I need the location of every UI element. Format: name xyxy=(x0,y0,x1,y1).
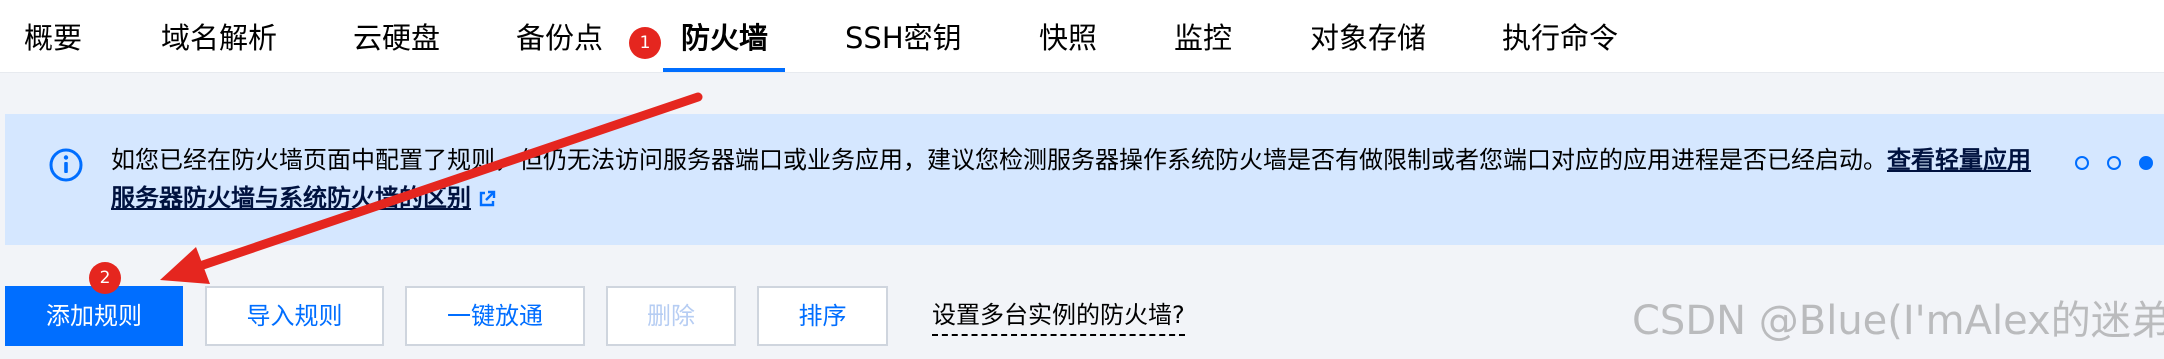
info-icon xyxy=(49,148,83,182)
delete-button[interactable]: 删除 xyxy=(606,286,736,346)
external-link-icon[interactable] xyxy=(477,189,497,209)
instance-tab-bar: 概要 域名解析 云硬盘 备份点 1 防火墙 SSH密钥 快照 监控 对象存储 执… xyxy=(0,0,2164,73)
add-rule-button[interactable]: 添加规则 xyxy=(5,286,183,346)
tab-run-command[interactable]: 执行命令 xyxy=(1502,18,1618,58)
tab-backup[interactable]: 备份点 xyxy=(516,18,603,58)
one-click-open-button[interactable]: 一键放通 xyxy=(405,286,585,346)
tab-cloud-disk[interactable]: 云硬盘 xyxy=(353,18,440,58)
tab-firewall[interactable]: 防火墙 xyxy=(681,18,768,58)
pager-dot-1[interactable] xyxy=(2075,156,2089,170)
firewall-page: 概要 域名解析 云硬盘 备份点 1 防火墙 SSH密钥 快照 监控 对象存储 执… xyxy=(0,0,2164,359)
import-rule-button[interactable]: 导入规则 xyxy=(205,286,384,346)
tab-object-storage[interactable]: 对象存储 xyxy=(1310,18,1426,58)
step-1-badge: 1 xyxy=(629,27,661,59)
pager-dot-2[interactable] xyxy=(2107,156,2121,170)
notice-message: 如您已经在防火墙页面中配置了规则，但仍无法访问服务器端口或业务应用，建议您检测服… xyxy=(111,146,1887,174)
tab-snapshot[interactable]: 快照 xyxy=(1039,18,1097,58)
active-tab-indicator xyxy=(663,68,785,72)
notice-pager xyxy=(2075,154,2164,174)
sort-button[interactable]: 排序 xyxy=(757,286,888,346)
multi-instance-firewall-link[interactable]: 设置多台实例的防火墙? xyxy=(932,296,1185,336)
csdn-watermark: CSDN @Blue(I'mAlex的迷弟) xyxy=(1632,298,2164,344)
notice-banner: 如您已经在防火墙页面中配置了规则，但仍无法访问服务器端口或业务应用，建议您检测服… xyxy=(5,114,2164,245)
pager-dot-3[interactable] xyxy=(2139,156,2153,170)
notice-text-block: 如您已经在防火墙页面中配置了规则，但仍无法访问服务器端口或业务应用，建议您检测服… xyxy=(111,141,2041,217)
tab-dns[interactable]: 域名解析 xyxy=(161,18,277,58)
tab-overview[interactable]: 概要 xyxy=(24,18,82,58)
tab-ssh-keys[interactable]: SSH密钥 xyxy=(845,18,962,58)
tab-monitor[interactable]: 监控 xyxy=(1174,18,1232,58)
step-2-badge: 2 xyxy=(89,262,121,294)
